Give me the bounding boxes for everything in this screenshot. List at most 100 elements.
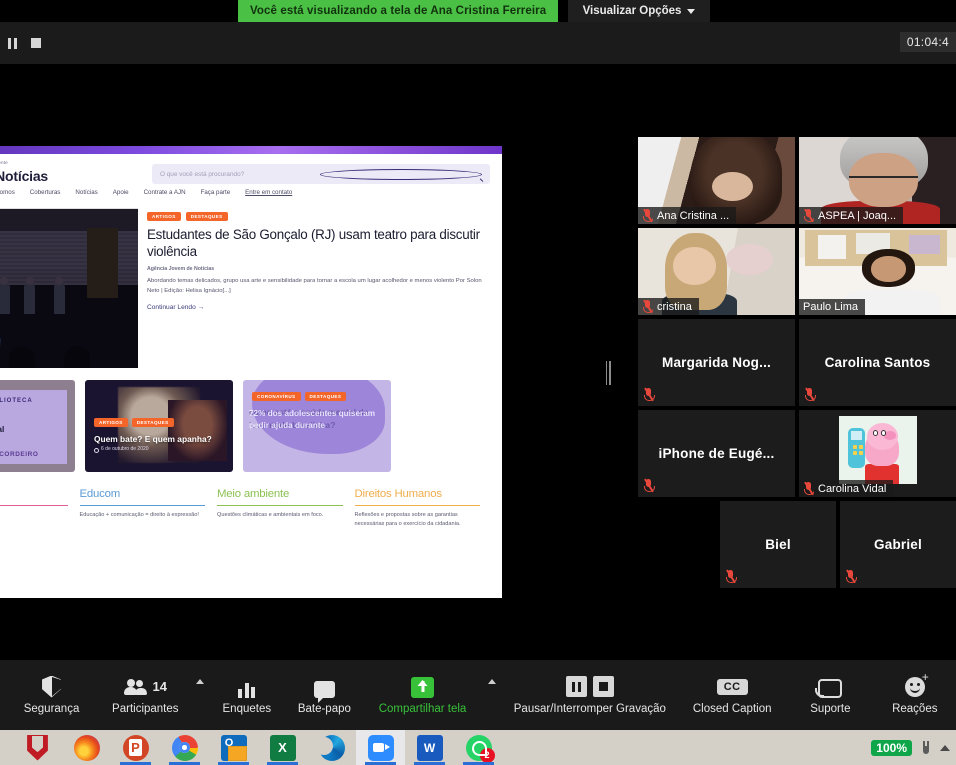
toolbar-cc-label: Closed Caption xyxy=(692,702,772,715)
toolbar-security-label: Segurança xyxy=(23,702,80,715)
toolbar-chat-label: Bate-papo xyxy=(297,702,351,715)
taskbar-app-powerpoint[interactable] xyxy=(111,730,160,765)
participant-tile-paulo-lima[interactable]: Paulo Lima xyxy=(799,228,956,315)
category-desc: Educação + comunicação = direito à expre… xyxy=(79,512,199,518)
participant-tile-carolina-santos[interactable]: Carolina Santos xyxy=(799,319,956,406)
chevron-up-icon xyxy=(195,679,204,684)
nav-apoie[interactable]: Apoie xyxy=(113,189,129,196)
nav-quem-somos[interactable]: Quem somos xyxy=(0,189,15,196)
taskbar-app-word[interactable]: W xyxy=(405,730,454,765)
participant-tile-margarida[interactable]: Margarida Nog... xyxy=(638,319,795,406)
toolbar-support-button[interactable]: Suporte xyxy=(787,665,873,725)
taskbar-app-edge[interactable] xyxy=(307,730,356,765)
tile-nameplate: Paulo Lima xyxy=(799,299,866,315)
article-card[interactable]: DESTAQUES a Biblioteca Kal BIBLIOTECA KA… xyxy=(0,380,75,472)
tag-destaques[interactable]: DESTAQUES xyxy=(185,212,228,221)
participant-tile-ana-cristina[interactable]: Ana Cristina ... xyxy=(638,137,795,224)
participant-tile-gabriel[interactable]: Gabriel xyxy=(840,501,956,588)
card-subtitle: BIBLIOTECA xyxy=(0,398,33,404)
toolbar-cc-button[interactable]: CC Closed Caption xyxy=(677,665,787,725)
share-screen-icon xyxy=(411,676,435,698)
participant-tile-iphone-eugenia[interactable]: iPhone de Eugé... xyxy=(638,410,795,497)
shield-icon xyxy=(42,675,62,698)
taskbar-app-firefox[interactable] xyxy=(62,730,111,765)
card-title[interactable]: a Biblioteca Kal xyxy=(0,424,4,434)
hero-article-title[interactable]: Estudantes de São Gonçalo (RJ) usam teat… xyxy=(147,226,492,260)
participant-tile-biel[interactable]: Biel xyxy=(720,501,836,588)
card-tag[interactable]: DESTAQUES xyxy=(304,392,347,401)
card-date: 6 de outubro de 2020 xyxy=(101,446,149,452)
nav-noticias[interactable]: Notícias xyxy=(75,189,97,196)
nav-contrate[interactable]: Contrate a AJN xyxy=(144,189,186,196)
taskbar-app-outlook[interactable] xyxy=(209,730,258,765)
nav-contato[interactable]: Entre em contato xyxy=(245,189,292,196)
participant-tile-aspea-joaquim[interactable]: ASPEA | Joaq... xyxy=(799,137,956,224)
toolbar-chat-button[interactable]: Bate-papo xyxy=(284,665,365,725)
panel-resize-handle[interactable] xyxy=(604,360,612,386)
system-tray: 100% xyxy=(871,739,956,756)
participants-menu-caret[interactable] xyxy=(188,665,210,725)
taskbar-app-chrome[interactable] xyxy=(160,730,209,765)
taskbar-app-zoom[interactable] xyxy=(356,730,405,765)
toolbar-participants-button[interactable]: 14 Participantes xyxy=(103,665,187,725)
card-tag[interactable]: ARTIGOS xyxy=(94,418,128,427)
tile-row: Margarida Nog... Carolina Santos xyxy=(638,319,956,406)
toolbar-share-screen-button[interactable]: Compartilhar tela xyxy=(365,665,481,725)
stop-recording-button[interactable] xyxy=(27,35,45,51)
category-item[interactable]: Meio ambiente Questões climáticas e ambi… xyxy=(217,488,355,529)
chevron-up-icon[interactable] xyxy=(940,744,950,751)
muted-mic-icon xyxy=(643,478,655,493)
hero-continue-reading-link[interactable]: Continuar Lendo → xyxy=(147,304,492,311)
chat-bubble-icon xyxy=(313,680,335,703)
category-section: des do na ótica das Educom Educação + co… xyxy=(0,472,502,529)
nav-faca-parte[interactable]: Faça parte xyxy=(201,189,231,196)
taskbar-app-excel[interactable]: X xyxy=(258,730,307,765)
category-item[interactable]: Direitos Humanos Reflexões e propostas s… xyxy=(354,488,493,529)
nav-coberturas[interactable]: Coberturas xyxy=(30,189,61,196)
category-item[interactable]: Educom Educação + comunicação = direito … xyxy=(79,488,218,529)
mcafee-icon xyxy=(27,734,48,761)
battery-status[interactable]: 100% xyxy=(871,739,912,756)
taskbar-app-mcafee[interactable] xyxy=(13,730,62,765)
participant-name: cristina xyxy=(657,300,692,313)
toolbar-security-button[interactable]: Segurança xyxy=(0,665,103,725)
participant-tile-cristina[interactable]: cristina xyxy=(638,228,795,315)
chevron-down-icon xyxy=(687,8,696,14)
card-author: KAL CORDEIRO xyxy=(0,451,39,458)
muted-mic-icon xyxy=(804,387,816,402)
view-options-button[interactable]: Visualizar Opções xyxy=(568,0,710,22)
toolbar-share-label: Compartilhar tela xyxy=(378,702,467,715)
taskbar-app-whatsapp[interactable]: 2 xyxy=(454,730,503,765)
article-card[interactable]: CORONAVÍRUS DESTAQUES como está a saúde … xyxy=(243,380,391,472)
card-title[interactable]: Quem bate? E quem apanha? xyxy=(94,434,212,444)
recording-strip xyxy=(0,22,956,64)
article-card[interactable]: ARTIGOS DESTAQUES Quem bate? E quem apan… xyxy=(85,380,233,472)
share-menu-caret[interactable] xyxy=(480,665,502,725)
plug-icon[interactable] xyxy=(919,740,933,756)
cc-icon: CC xyxy=(716,678,748,695)
toolbar-reactions-button[interactable]: + Reações xyxy=(874,665,956,725)
edge-icon xyxy=(314,734,345,761)
site-search-input[interactable]: O que você está procurando? xyxy=(152,164,490,184)
toolbar-recording-button[interactable]: Pausar/Interromper Gravação xyxy=(502,665,677,725)
muted-mic-icon xyxy=(725,569,737,584)
card-title[interactable]: 72% dos adolescentes quiseram pedir ajud… xyxy=(249,408,387,431)
participant-name: Paulo Lima xyxy=(803,301,859,313)
pause-recording-button[interactable] xyxy=(4,35,21,52)
category-title: Direitos Humanos xyxy=(354,488,443,500)
zoom-toolbar: Segurança 14 Participantes Enquetes Bate… xyxy=(0,660,956,730)
category-title: Educom xyxy=(79,488,121,500)
category-item[interactable]: des do na ótica das xyxy=(0,488,80,529)
card-tag[interactable]: DESTAQUES xyxy=(131,418,174,427)
hero-article-image xyxy=(0,208,138,368)
pause-icon[interactable] xyxy=(565,676,587,697)
card-tag[interactable]: CORONAVÍRUS xyxy=(252,392,301,401)
participant-tile-carolina-vidal[interactable]: Carolina Vidal xyxy=(799,410,956,497)
tile-nameplate: Carolina Vidal xyxy=(799,480,894,497)
toolbar-polls-button[interactable]: Enquetes xyxy=(210,665,285,725)
stop-icon[interactable] xyxy=(592,676,614,697)
tag-artigos[interactable]: ARTIGOS xyxy=(147,212,181,221)
search-icon[interactable] xyxy=(320,168,482,180)
participant-name: Ana Cristina ... xyxy=(657,209,730,222)
excel-icon: X xyxy=(269,734,296,761)
